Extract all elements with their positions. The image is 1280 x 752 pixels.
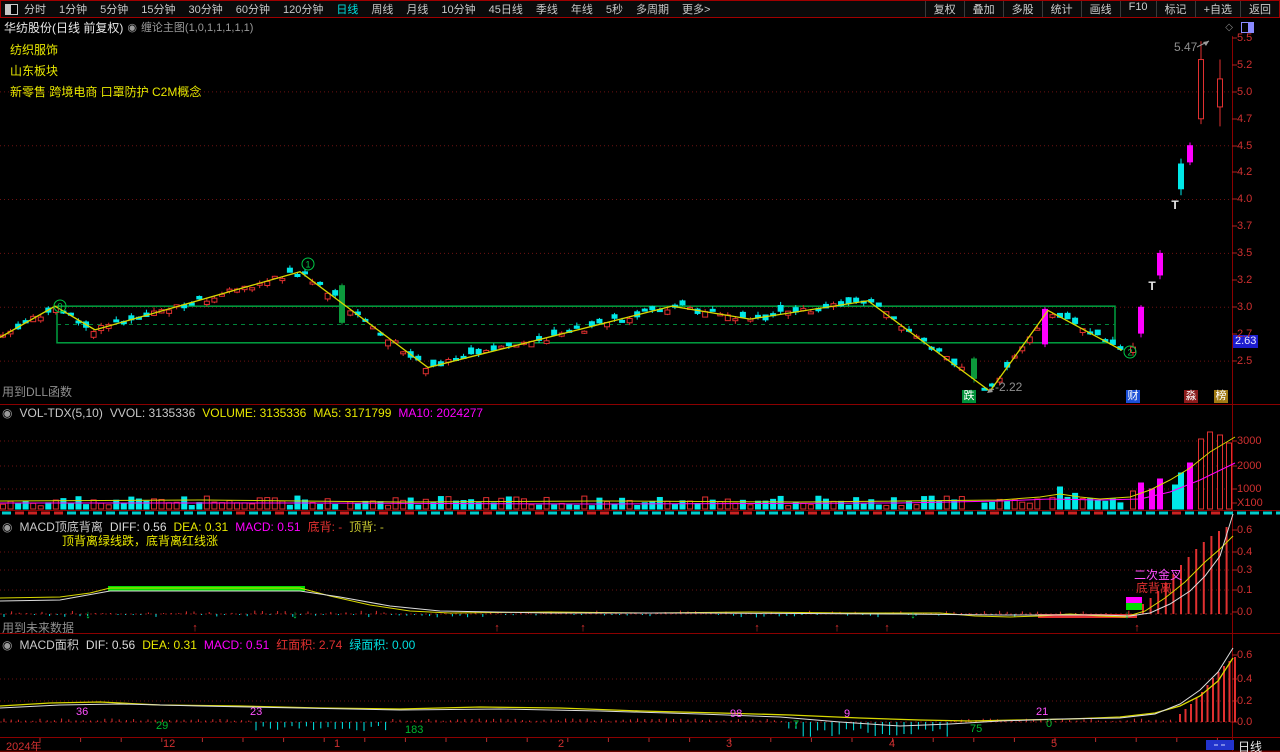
timeline-label-1: 1 — [334, 738, 341, 750]
volume-axis-label: 1000 — [1237, 483, 1262, 495]
macd2-axis-label: 0.4 — [1237, 673, 1253, 685]
price-axis-label: 3.7 — [1237, 220, 1253, 232]
svg-text:1: 1 — [305, 260, 310, 270]
volume-header-item: VOLUME: 3135336 — [202, 406, 307, 420]
macd2-number: 183 — [405, 724, 424, 736]
macd2-header: ◉ MACD面积 DIF: 0.56 DEA: 0.31 MACD: 0.51 红面积: … — [2, 636, 422, 653]
timeline-period-label: 日线 — [1238, 740, 1263, 752]
svg-text:T: T — [1171, 198, 1179, 212]
macd2-number: 0 — [1046, 718, 1053, 730]
svg-text:2: 2 — [1127, 348, 1132, 358]
tdx-app: 分时 1分钟 5分钟 15分钟 30分钟 60分钟 120分钟 日线 周线 月线 10分钟 45日线季… — [0, 0, 1280, 752]
macd1-header-item: DEA: 0.31 — [173, 520, 229, 534]
volume-axis-label: 3000 — [1237, 435, 1262, 447]
price-axis-label: 3.5 — [1237, 247, 1253, 259]
volume-axis-label: 2000 — [1237, 460, 1262, 472]
macd2-header-item: DIF: 0.56 — [85, 638, 136, 652]
macd1-header-item: DIFF: 0.56 — [109, 520, 167, 534]
scrollbar-thumb[interactable] — [1206, 740, 1234, 750]
corner-badge-榜[interactable]: 榜 — [1214, 390, 1228, 403]
macd2-header-item: MACD: 0.51 — [203, 638, 270, 652]
price-axis-label: 4.5 — [1237, 140, 1253, 152]
macd2-number: 36 — [76, 706, 89, 718]
price-axis-label: 5.2 — [1237, 59, 1253, 71]
macd2-number: 7 — [793, 719, 800, 731]
price-axis-label: 4.0 — [1237, 193, 1253, 205]
macd2-number: 23 — [250, 706, 263, 718]
macd1-header: ◉ MACD顶底背离 DIFF: 0.56 DEA: 0.31 MACD: 0.51 底背… — [2, 518, 391, 535]
low-price-label: -2.22 — [995, 380, 1023, 394]
svg-text:↓: ↓ — [292, 609, 298, 621]
svg-text:↑: ↑ — [192, 622, 198, 634]
macd2-header-item: DEA: 0.31 — [142, 638, 197, 652]
price-axis-label: 2.5 — [1237, 355, 1253, 367]
macd2-number: 75 — [970, 723, 983, 735]
timeline-label-2: 2 — [558, 738, 565, 750]
macd2-axis-label: 0.6 — [1237, 649, 1253, 661]
dll-note: 用到DLL函数 — [2, 385, 73, 399]
timeline-label-5: 5 — [1051, 738, 1058, 750]
macd2-axis-label: 0.0 — [1237, 716, 1253, 728]
svg-text:↑: ↑ — [884, 622, 890, 634]
macd1-collapse-icon[interactable]: ◉ — [2, 520, 12, 534]
macd2-number: 29 — [156, 720, 169, 732]
price-axis-label: 5.0 — [1237, 86, 1253, 98]
macd1-axis-label: 0.6 — [1237, 524, 1253, 536]
macd2-collapse-icon[interactable]: ◉ — [2, 638, 12, 652]
price-axis-label: 4.7 — [1237, 113, 1253, 125]
volume-collapse-icon[interactable]: ◉ — [2, 406, 12, 420]
volume-header-item: MA10: 2024277 — [398, 406, 484, 420]
svg-text:↑: ↑ — [754, 622, 760, 634]
macd2-number: 98 — [730, 708, 743, 720]
timeline-label-2024年: 2024年 — [6, 741, 42, 752]
price-axis-label: 4.2 — [1237, 166, 1253, 178]
macd1-axis-label: 0.0 — [1237, 606, 1253, 618]
svg-text:↓: ↓ — [1124, 609, 1130, 621]
price-axis-label: 2.7 — [1237, 328, 1253, 340]
volume-header-item: MA5: 3171799 — [313, 406, 392, 420]
macd2-axis-label: 0.2 — [1237, 695, 1253, 707]
macd1-header-item: 底背: - — [307, 520, 343, 534]
macd1-annotation: 底背离 — [1136, 581, 1173, 595]
svg-text:T: T — [1148, 279, 1156, 293]
svg-text:↑: ↑ — [580, 622, 586, 634]
price-axis-label: 5.5 — [1237, 32, 1253, 44]
svg-text:↑: ↑ — [834, 622, 840, 634]
svg-text:↑: ↑ — [1134, 622, 1140, 634]
macd1-header-item: MACD顶底背离 — [19, 520, 103, 534]
volume-header-item: VVOL: 3135336 — [109, 406, 196, 420]
macd2-number: 9 — [844, 708, 851, 720]
macd2-number: 21 — [1036, 706, 1049, 718]
high-price-label: 5.47 — [1174, 40, 1198, 54]
svg-text:↑: ↑ — [494, 622, 500, 634]
corner-badge-财[interactable]: 财 — [1126, 390, 1140, 403]
price-axis-label: 3.0 — [1237, 301, 1253, 313]
macd1-header-item: 顶背: - — [349, 520, 384, 534]
timeline-label-4: 4 — [889, 738, 896, 750]
volume-axis-label: X100 — [1237, 497, 1263, 509]
volume-header-item: VOL-TDX(5,10) — [19, 406, 103, 420]
macd2-header-item: MACD面积 — [19, 638, 79, 652]
svg-text:↓: ↓ — [85, 609, 91, 621]
macd1-header-item: MACD: 0.51 — [235, 520, 301, 534]
timeline-label-12: 12 — [163, 738, 176, 750]
macd1-axis-label: 0.3 — [1237, 564, 1253, 576]
future-data-note: 用到未来数据 — [2, 621, 75, 635]
volume-header: ◉ VOL-TDX(5,10) VVOL: 3135336 VOLUME: 31353… — [2, 406, 490, 420]
svg-text:0: 0 — [57, 302, 62, 312]
macd1-axis-label: 0.4 — [1237, 546, 1253, 558]
svg-text:↓: ↓ — [910, 609, 916, 621]
macd2-header-item: 红面积: 2.74 — [276, 638, 343, 652]
drop-badge: 跌 — [962, 390, 976, 403]
macd1-axis-label: 0.1 — [1237, 584, 1253, 596]
price-axis-label: 3.2 — [1237, 274, 1253, 286]
macd2-header-item: 绿面积: 0.00 — [349, 638, 416, 652]
corner-badge-淼[interactable]: 淼 — [1184, 390, 1198, 403]
timeline-label-3: 3 — [726, 738, 733, 750]
